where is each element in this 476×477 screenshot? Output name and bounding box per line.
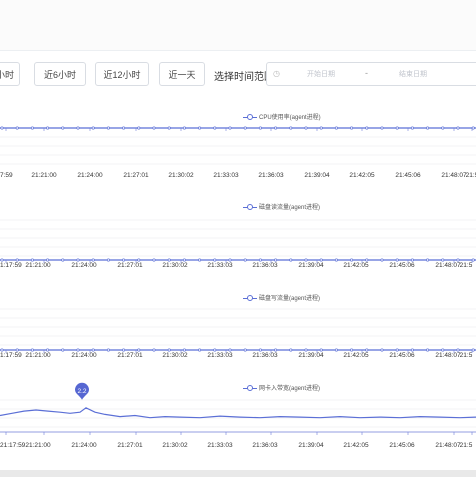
data-point [198, 126, 202, 130]
data-point [441, 126, 445, 130]
data-point [46, 126, 50, 130]
data-point [274, 258, 278, 262]
data-point [258, 126, 262, 130]
data-point [182, 258, 186, 262]
data-point [91, 258, 95, 262]
data-point [91, 126, 95, 130]
data-point [30, 348, 34, 352]
data-point [46, 348, 50, 352]
data-point [30, 126, 34, 130]
data-point [274, 126, 278, 130]
data-point [167, 126, 171, 130]
data-point [182, 348, 186, 352]
data-point [106, 126, 110, 130]
data-point [289, 126, 293, 130]
data-point [395, 348, 399, 352]
data-point [76, 258, 80, 262]
data-point [441, 348, 445, 352]
data-point [137, 126, 141, 130]
data-point [213, 126, 217, 130]
data-point [350, 258, 354, 262]
data-point [304, 258, 308, 262]
data-point [243, 126, 247, 130]
data-point [304, 126, 308, 130]
data-point [410, 126, 414, 130]
data-point [456, 126, 460, 130]
data-point [243, 258, 247, 262]
data-point [410, 348, 414, 352]
data-point [61, 126, 65, 130]
data-point [76, 126, 80, 130]
data-point [380, 348, 384, 352]
data-point [76, 348, 80, 352]
data-point [137, 258, 141, 262]
data-point [365, 348, 369, 352]
data-point [167, 348, 171, 352]
data-point [46, 258, 50, 262]
data-point [213, 348, 217, 352]
data-point [365, 258, 369, 262]
data-point [61, 258, 65, 262]
data-point [334, 348, 338, 352]
data-point [471, 258, 475, 262]
data-point [395, 258, 399, 262]
data-point [137, 348, 141, 352]
data-point [15, 348, 19, 352]
data-point [350, 348, 354, 352]
data-point [228, 126, 232, 130]
data-point [456, 348, 460, 352]
data-point [213, 258, 217, 262]
data-point [395, 126, 399, 130]
data-point [319, 126, 323, 130]
data-point [274, 348, 278, 352]
data-point [167, 258, 171, 262]
annotation-label: 2.2 [77, 388, 86, 395]
data-point [0, 126, 4, 130]
data-point [30, 258, 34, 262]
data-point [258, 258, 262, 262]
data-point [334, 258, 338, 262]
data-point [319, 348, 323, 352]
data-point [258, 348, 262, 352]
data-point [410, 258, 414, 262]
chart-plot-area: 2.2 [0, 126, 476, 435]
data-point [15, 126, 19, 130]
data-point [182, 126, 186, 130]
data-point [289, 258, 293, 262]
data-point [456, 258, 460, 262]
data-point [289, 348, 293, 352]
data-point [380, 126, 384, 130]
data-point [198, 348, 202, 352]
data-point [228, 348, 232, 352]
data-point [426, 258, 430, 262]
data-point [426, 126, 430, 130]
data-point [334, 126, 338, 130]
data-point [122, 126, 126, 130]
data-point [15, 258, 19, 262]
horizontal-scrollbar[interactable] [0, 470, 476, 477]
data-point [91, 348, 95, 352]
data-point [198, 258, 202, 262]
data-point [350, 126, 354, 130]
data-point [304, 348, 308, 352]
data-point [122, 348, 126, 352]
data-point [152, 258, 156, 262]
data-point [365, 126, 369, 130]
data-point [471, 348, 475, 352]
data-point [243, 348, 247, 352]
data-point [471, 126, 475, 130]
data-point [228, 258, 232, 262]
data-point [152, 348, 156, 352]
data-point [0, 258, 4, 262]
data-point [152, 126, 156, 130]
data-point [0, 348, 4, 352]
data-point [106, 258, 110, 262]
data-point [122, 258, 126, 262]
data-point [319, 258, 323, 262]
data-point [61, 348, 65, 352]
data-point [426, 348, 430, 352]
data-point [106, 348, 110, 352]
data-point [380, 258, 384, 262]
data-point [441, 258, 445, 262]
